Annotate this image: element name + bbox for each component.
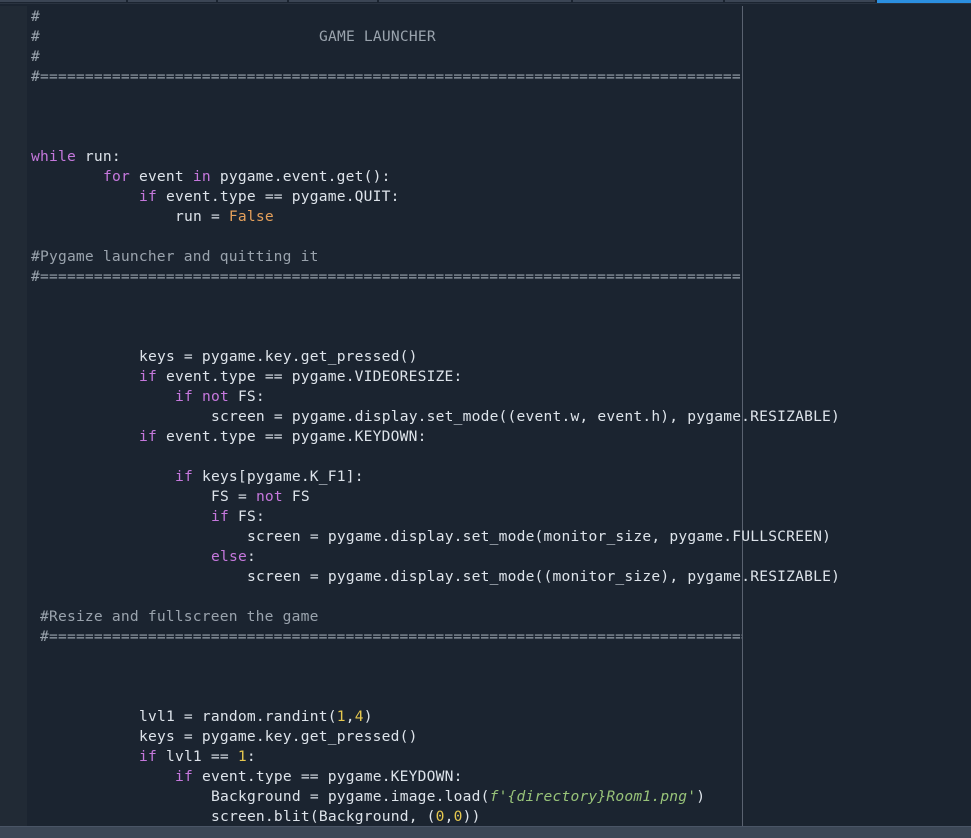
- tab-6[interactable]: [573, 0, 723, 2]
- code-line: else:: [211, 547, 256, 567]
- code-text: lvl1 = random.randint(: [139, 708, 337, 725]
- keyword: else: [211, 548, 247, 565]
- code-text: FS:: [228, 508, 265, 525]
- code-line: if event.type == pygame.KEYDOWN:: [175, 767, 463, 787]
- keyword: not: [255, 488, 283, 505]
- keyword: if: [139, 428, 157, 445]
- tab-5[interactable]: [379, 0, 571, 2]
- code-line: keys = pygame.key.get_pressed(): [139, 347, 418, 367]
- keyword: not: [201, 388, 229, 405]
- code-line: #: [31, 7, 40, 27]
- code-line: #Pygame launcher and quitting it: [31, 247, 319, 267]
- code-text: FS: [282, 488, 310, 505]
- code-line: for event in pygame.event.get():: [103, 167, 391, 187]
- code-text: screen = pygame.display.set_mode((monito…: [247, 568, 841, 585]
- keyword: if: [139, 368, 157, 385]
- code-text: keys = pygame.key.get_pressed(): [139, 348, 418, 365]
- code-text: keys[pygame.K_F1]:: [192, 468, 364, 485]
- code-line: if event.type == pygame.KEYDOWN:: [139, 427, 427, 447]
- keyword: if: [175, 388, 193, 405]
- code-text: ): [363, 708, 373, 725]
- code-text: screen = pygame.display.set_mode((event.…: [211, 408, 841, 425]
- tab-divider: [0, 3, 971, 4]
- code-line: #Resize and fullscreen the game: [40, 607, 319, 627]
- code-text: FS:: [228, 388, 265, 405]
- code-line: run = False: [175, 207, 274, 227]
- keyword: if: [175, 768, 193, 785]
- comment: #: [31, 8, 40, 25]
- code-text: screen = pygame.display.set_mode(monitor…: [247, 528, 832, 545]
- code-line: if event.type == pygame.VIDEORESIZE:: [139, 367, 463, 387]
- code-text: event: [129, 168, 193, 185]
- code-text: ,: [345, 708, 355, 725]
- title-comment: GAME LAUNCHER: [319, 28, 436, 45]
- code-editor[interactable]: # # GAME LAUNCHER # #====================…: [0, 6, 971, 826]
- code-text: screen.blit(Background, (: [211, 808, 436, 825]
- code-line: if FS:: [211, 507, 265, 527]
- separator-comment: #=======================================…: [31, 68, 741, 85]
- comment: #Pygame launcher and quitting it: [31, 248, 319, 265]
- code-text: :: [246, 748, 256, 765]
- keyword: if: [139, 188, 157, 205]
- code-text: :: [246, 548, 256, 565]
- code-text: event.type == pygame.VIDEORESIZE:: [156, 368, 463, 385]
- keyword: while: [31, 148, 76, 165]
- code-text: ): [696, 788, 706, 805]
- tab-1[interactable]: [0, 0, 126, 2]
- separator-line: #=======================================…: [31, 267, 742, 287]
- boolean-literal: False: [228, 208, 274, 225]
- comment: #Resize and fullscreen the game: [40, 608, 319, 625]
- number-literal: 4: [354, 708, 364, 725]
- code-text: pygame.event.get():: [210, 168, 391, 185]
- separator-comment: #=======================================…: [40, 628, 742, 645]
- code-line: if lvl1 == 1:: [139, 747, 256, 767]
- separator-line: #=======================================…: [31, 67, 742, 87]
- code-text: lvl1 ==: [156, 748, 238, 765]
- code-text: event.type == pygame.QUIT:: [156, 188, 400, 205]
- code-line: screen.blit(Background, (0,0)): [211, 807, 481, 827]
- code-line: screen = pygame.display.set_mode((monito…: [247, 567, 840, 587]
- tab-3[interactable]: [218, 0, 287, 2]
- keyword: if: [211, 508, 229, 525]
- code-line: while run:: [31, 147, 121, 167]
- code-text: FS =: [211, 488, 256, 505]
- code-text: keys = pygame.key.get_pressed(): [139, 728, 418, 745]
- tab-7[interactable]: [725, 0, 875, 2]
- keyword: if: [175, 468, 193, 485]
- keyword: if: [139, 748, 157, 765]
- number-literal: 0: [435, 808, 445, 825]
- number-literal: 1: [237, 748, 247, 765]
- separator-line: #=======================================…: [40, 627, 742, 647]
- code-text: ,: [444, 808, 454, 825]
- code-text: run:: [75, 148, 121, 165]
- code-line: #: [31, 47, 40, 67]
- code-text: event.type == pygame.KEYDOWN:: [156, 428, 427, 445]
- status-bar: [0, 826, 971, 838]
- number-literal: 0: [453, 808, 463, 825]
- tab-2[interactable]: [128, 0, 216, 2]
- code-line: keys = pygame.key.get_pressed(): [139, 727, 418, 747]
- code-text: )): [462, 808, 481, 825]
- code-line: if not FS:: [175, 387, 265, 407]
- number-literal: 1: [336, 708, 346, 725]
- code-line: screen = pygame.display.set_mode(monitor…: [247, 527, 831, 547]
- code-line: FS = not FS: [211, 487, 310, 507]
- code-line: lvl1 = random.randint(1,4): [139, 707, 373, 727]
- code-line: screen = pygame.display.set_mode((event.…: [211, 407, 840, 427]
- tab-4[interactable]: [289, 0, 377, 2]
- code-line: if keys[pygame.K_F1]:: [175, 467, 364, 487]
- string-literal: f'{directory}Room1.png': [489, 788, 697, 805]
- code-line: if event.type == pygame.QUIT:: [139, 187, 400, 207]
- comment: #: [31, 48, 40, 65]
- code-line: Background = pygame.image.load(f'{direct…: [211, 787, 705, 807]
- code-line: # GAME LAUNCHER: [31, 27, 436, 47]
- separator-comment: #=======================================…: [31, 268, 741, 285]
- comment: #: [31, 28, 40, 45]
- code-text: Background = pygame.image.load(: [211, 788, 490, 805]
- code-text: run =: [175, 208, 229, 225]
- keyword: in: [192, 168, 211, 185]
- keyword: for: [103, 168, 130, 185]
- code-text: event.type == pygame.KEYDOWN:: [192, 768, 463, 785]
